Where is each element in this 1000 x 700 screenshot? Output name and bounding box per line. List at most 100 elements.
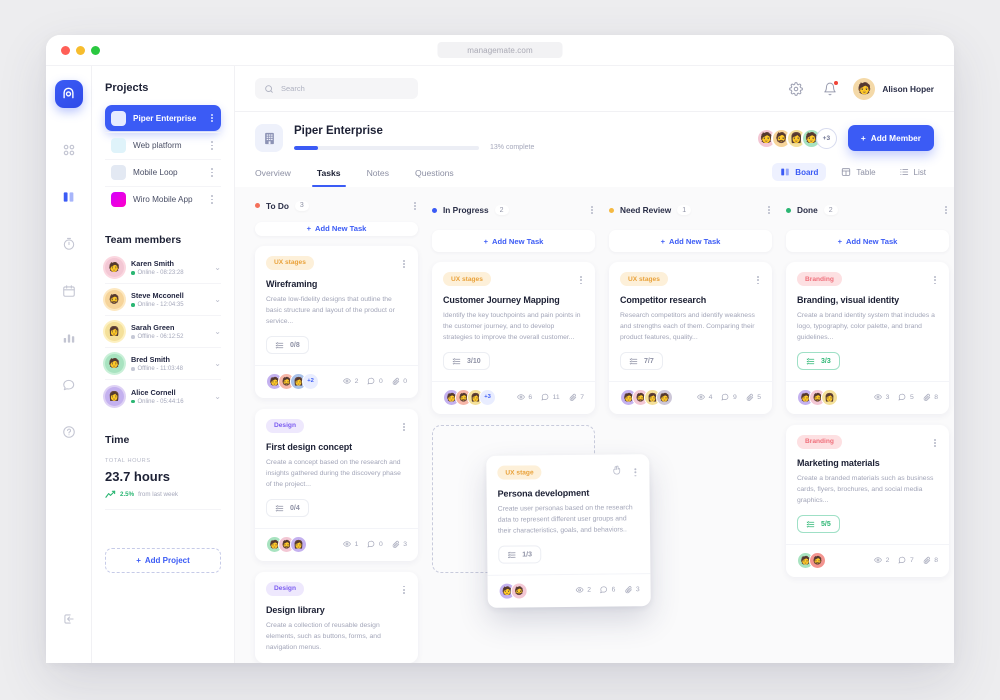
attachments-stat: 5 <box>746 393 761 401</box>
grab-hand-icon[interactable] <box>612 464 623 475</box>
chevron-down-icon[interactable]: ⌄ <box>214 263 221 272</box>
rail-item-reports[interactable] <box>57 326 81 350</box>
avatar: 🧑 <box>105 354 124 373</box>
add-new-task-button[interactable]: +Add New Task <box>255 222 418 236</box>
rail-items <box>57 138 81 444</box>
view-table-button[interactable]: Table <box>833 163 883 181</box>
card-tag: Design <box>266 582 304 596</box>
rail-item-board[interactable] <box>57 185 81 209</box>
sidebar-project-wiro-mobile-app[interactable]: Wiro Mobile App <box>105 186 221 212</box>
chevron-down-icon[interactable]: ⌄ <box>214 359 221 368</box>
chevron-down-icon[interactable]: ⌄ <box>214 392 221 401</box>
subtask-progress[interactable]: 3/3 <box>797 352 840 370</box>
card-avatar-stack[interactable]: 🧑🧔👩 +2 <box>266 373 319 390</box>
card-avatar-stack[interactable]: 🧑🧔👩🧑 <box>620 389 673 406</box>
search-input[interactable]: Search <box>255 78 418 99</box>
sidebar-project-mobile-loop[interactable]: Mobile Loop <box>105 159 221 185</box>
user-profile[interactable]: 🧑 Alison Hoper <box>853 78 934 100</box>
view-board-button[interactable]: Board <box>772 163 826 181</box>
tab-overview[interactable]: Overview <box>255 168 304 187</box>
add-member-button[interactable]: + Add Member <box>848 125 934 151</box>
rail-item-dashboard[interactable] <box>57 138 81 162</box>
card-menu-icon[interactable] <box>401 584 407 596</box>
task-card[interactable]: UX stages Competitor research Research c… <box>609 262 772 414</box>
card-avatar-stack[interactable]: 🧑🧔 <box>797 552 826 569</box>
close-window-dot[interactable] <box>61 46 70 55</box>
project-menu-icon[interactable] <box>209 139 215 151</box>
window-controls[interactable] <box>61 46 100 55</box>
search-placeholder: Search <box>281 84 305 93</box>
avatar-overflow-count[interactable]: +2 <box>302 373 319 390</box>
subtask-progress[interactable]: 5/5 <box>797 515 840 533</box>
rail-item-calendar[interactable] <box>57 279 81 303</box>
sidebar-project-piper-enterprise[interactable]: Piper Enterprise <box>105 105 221 131</box>
card-avatar-stack[interactable]: 🧑🧔👩 <box>266 536 307 553</box>
task-card[interactable]: Design Design library Create a collectio… <box>255 572 418 663</box>
dragged-task-card[interactable]: UX stage Persona development Create user… <box>486 454 651 608</box>
tab-tasks[interactable]: Tasks <box>304 168 354 187</box>
chevron-down-icon[interactable]: ⌄ <box>214 327 221 336</box>
card-menu-icon[interactable] <box>755 274 761 286</box>
add-new-task-button[interactable]: +Add New Task <box>432 230 595 252</box>
checklist-icon <box>452 357 461 366</box>
card-avatar-stack[interactable]: 🧑🧔👩 <box>797 389 838 406</box>
view-list-button[interactable]: List <box>891 163 934 181</box>
subtask-progress[interactable]: 7/7 <box>620 352 663 370</box>
total-hours-label: TOTAL HOURS <box>105 458 221 464</box>
subtask-progress[interactable]: 3/10 <box>443 352 490 370</box>
app-logo-icon[interactable] <box>55 80 83 108</box>
team-member-row[interactable]: 👩 Alice Cornell Online - 05:44:16 ⌄ <box>105 380 221 412</box>
team-member-row[interactable]: 🧔 Steve Mcconell Online - 12:04:35 ⌄ <box>105 284 221 316</box>
rail-item-messages[interactable] <box>57 373 81 397</box>
minimize-window-dot[interactable] <box>76 46 85 55</box>
avatar-overflow-count[interactable]: +3 <box>816 128 837 149</box>
card-avatar-stack[interactable]: 🧑🧔 <box>499 582 528 599</box>
card-avatar-stack[interactable]: 🧑🧔👩 +3 <box>443 389 496 406</box>
member-avatar-stack[interactable]: 🧑 🧔 👩 🧑 +3 <box>756 128 837 149</box>
tab-notes[interactable]: Notes <box>354 168 402 187</box>
bell-icon[interactable] <box>823 82 837 96</box>
task-card[interactable]: Branding Branding, visual identity Creat… <box>786 262 949 414</box>
card-menu-icon[interactable] <box>578 274 584 286</box>
team-member-row[interactable]: 👩 Sarah Green Offline - 06:12:52 ⌄ <box>105 316 221 348</box>
task-card[interactable]: Design First design concept Create a con… <box>255 409 418 561</box>
team-member-row[interactable]: 🧑 Karen Smith Online - 08:23:28 ⌄ <box>105 252 221 284</box>
sidebar-project-web-platform[interactable]: Web platform <box>105 132 221 158</box>
team-member-row[interactable]: 🧑 Bred Smith Offline - 11:03:48 ⌄ <box>105 348 221 380</box>
subtask-progress[interactable]: 1/3 <box>498 546 541 564</box>
avatar-overflow-count[interactable]: +3 <box>479 389 496 406</box>
task-card[interactable]: UX stages Wireframing Create low-fidelit… <box>255 246 418 398</box>
chevron-down-icon[interactable]: ⌄ <box>214 295 221 304</box>
column-header: Need Review 1 <box>609 199 772 221</box>
card-menu-icon[interactable] <box>401 258 407 270</box>
attachments-stat: 7 <box>569 393 584 401</box>
project-menu-icon[interactable] <box>209 193 215 205</box>
card-menu-icon[interactable] <box>932 274 938 286</box>
add-project-button[interactable]: + Add Project <box>105 548 221 573</box>
task-card[interactable]: Branding Marketing materials Create a br… <box>786 425 949 577</box>
column-menu-icon[interactable] <box>412 200 418 212</box>
column-menu-icon[interactable] <box>589 204 595 216</box>
column-menu-icon[interactable] <box>943 204 949 216</box>
card-menu-icon[interactable] <box>932 437 938 449</box>
rail-item-timer[interactable] <box>57 232 81 256</box>
team-member-status: Online - 05:44:16 <box>131 399 184 405</box>
rail-item-help[interactable] <box>57 420 81 444</box>
card-header: UX stages <box>443 272 584 286</box>
rail-item-logout[interactable] <box>57 607 81 631</box>
tab-questions[interactable]: Questions <box>402 168 467 187</box>
column-menu-icon[interactable] <box>766 204 772 216</box>
subtask-progress[interactable]: 0/8 <box>266 336 309 354</box>
add-new-task-button[interactable]: +Add New Task <box>786 230 949 252</box>
address-bar[interactable]: managemate.com <box>438 42 563 58</box>
add-new-task-button[interactable]: +Add New Task <box>609 230 772 252</box>
card-menu-icon[interactable] <box>401 421 407 433</box>
maximize-window-dot[interactable] <box>91 46 100 55</box>
task-card[interactable]: UX stages Customer Journey Mapping Ident… <box>432 262 595 414</box>
project-menu-icon[interactable] <box>209 166 215 178</box>
subtask-progress[interactable]: 0/4 <box>266 499 309 517</box>
gear-icon[interactable] <box>789 82 803 96</box>
time-delta-suffix: from last week <box>138 491 178 498</box>
project-menu-icon[interactable] <box>209 112 215 124</box>
card-menu-icon[interactable] <box>633 466 639 478</box>
